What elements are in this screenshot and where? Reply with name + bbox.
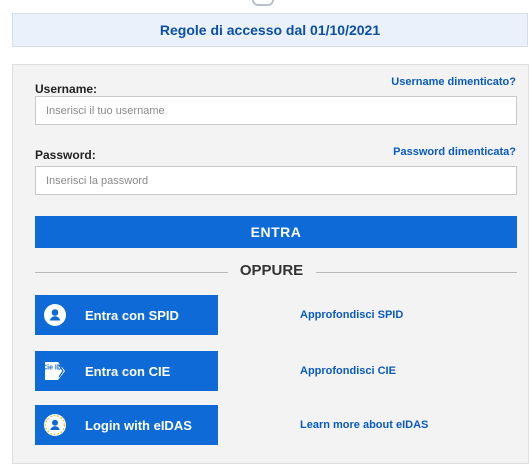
- access-rules-banner: Regole di accesso dal 01/10/2021: [12, 13, 528, 47]
- forgot-password-link[interactable]: Password dimenticata?: [393, 146, 516, 158]
- spid-user-icon: [42, 302, 68, 328]
- learn-more-cie-link[interactable]: Approfondisci CIE: [300, 365, 396, 377]
- cie-login-button[interactable]: Cie ID Entra con CIE: [35, 351, 218, 391]
- enter-button[interactable]: ENTRA: [35, 216, 517, 248]
- cie-id-card-icon: Cie ID: [42, 358, 68, 384]
- eidas-login-label: Login with eIDAS: [85, 417, 192, 433]
- username-label: Username:: [35, 82, 98, 96]
- spid-login-label: Entra con SPID: [85, 307, 179, 323]
- spid-login-button[interactable]: Entra con SPID: [35, 295, 218, 335]
- password-input[interactable]: [35, 166, 517, 195]
- separator-label: OPPURE: [239, 262, 304, 279]
- eidas-login-button[interactable]: Login with eIDAS: [35, 405, 218, 445]
- eidas-user-icon: [42, 412, 68, 438]
- learn-more-eidas-link[interactable]: Learn more about eIDAS: [300, 419, 428, 431]
- access-rules-link[interactable]: Regole di accesso dal 01/10/2021: [160, 22, 380, 38]
- cie-login-label: Entra con CIE: [85, 363, 171, 379]
- username-input[interactable]: [35, 96, 517, 125]
- login-panel: Username: Username dimenticato? Password…: [12, 64, 529, 464]
- learn-more-spid-link[interactable]: Approfondisci SPID: [300, 309, 403, 321]
- top-decoration: [252, 0, 274, 6]
- forgot-username-link[interactable]: Username dimenticato?: [391, 76, 516, 88]
- password-label: Password:: [35, 148, 96, 162]
- separator-line-right: [316, 272, 517, 273]
